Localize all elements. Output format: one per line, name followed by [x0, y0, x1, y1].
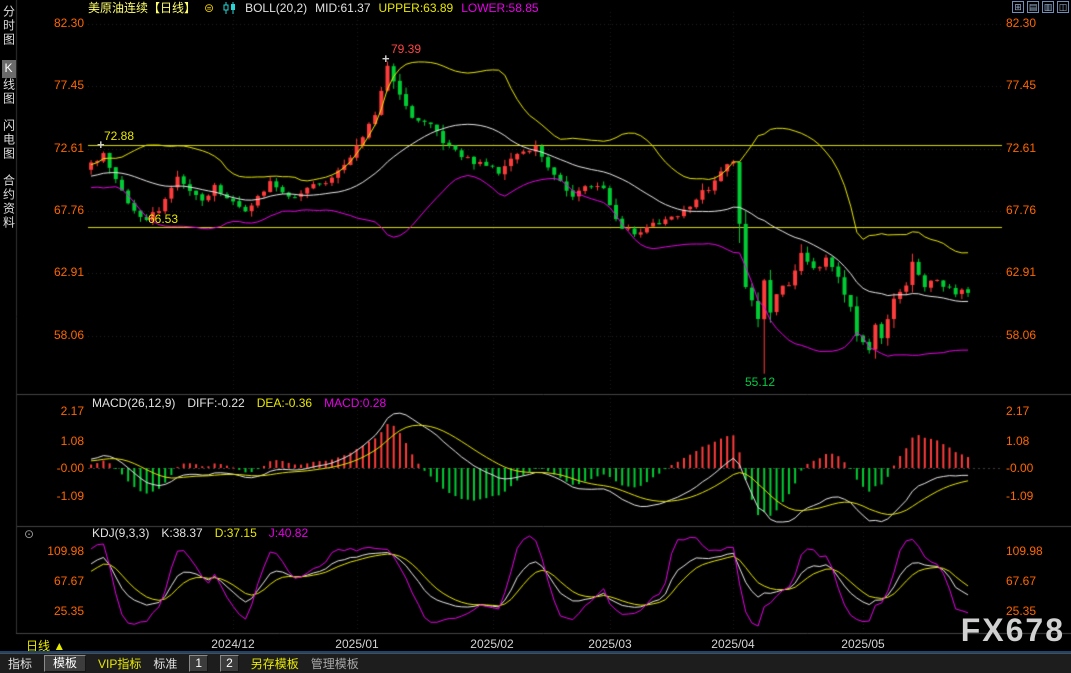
kline-active-letter: K — [2, 60, 16, 78]
macd-axis-label: -1.09 — [1006, 489, 1033, 503]
kdj-axis-label: 109.98 — [18, 544, 84, 558]
toolbar-indicator-button[interactable]: 指标 — [8, 655, 32, 672]
toolbar-standard-button[interactable]: 标准 — [153, 655, 177, 672]
period-tag[interactable]: 【日线】 — [148, 0, 196, 16]
macd-header: MACD(26,12,9) DIFF:-0.22 DEA:-0.36 MACD:… — [92, 396, 386, 410]
price-axis-label: 77.45 — [1006, 78, 1036, 92]
chart-type-sidebar: 分时图 K线图 闪电图 合约资料 — [1, 5, 17, 230]
toolbar-manage-template-button[interactable]: 管理模板 — [311, 655, 359, 672]
layout-controls: ⊞ ▤ ▥ ◫ — [1012, 1, 1069, 13]
columns-layout-icon[interactable]: ▥ — [1042, 1, 1054, 13]
kdj-k-value: K:38.37 — [161, 526, 202, 540]
toolbar-vip-indicator-button[interactable]: VIP指标 — [98, 655, 141, 672]
price-chart-canvas[interactable] — [0, 0, 1071, 673]
sidebar-item-tick-chart[interactable]: 闪电图 — [1, 119, 18, 161]
price-axis-label: 82.30 — [1006, 16, 1036, 30]
macd-dea-value: DEA:-0.36 — [257, 396, 312, 410]
boll-mid-value: MID:61.37 — [315, 1, 370, 15]
price-axis-label: 77.45 — [18, 78, 84, 92]
measure-cross-icon[interactable]: + — [382, 51, 390, 66]
price-axis-label: 62.91 — [1006, 265, 1036, 279]
toolbar-template-button[interactable]: 模板 — [44, 655, 86, 672]
low-price-label: 55.12 — [745, 375, 775, 389]
date-tick-label: 2025/02 — [470, 637, 513, 651]
measure-cross-icon[interactable]: + — [97, 137, 105, 152]
candlestick-icon[interactable] — [222, 2, 237, 14]
date-tick-label: 2024/12 — [211, 637, 254, 651]
date-tick-label: 2025/03 — [588, 637, 631, 651]
sidebar-item-kline-chart[interactable]: K线图 — [1, 60, 18, 106]
price-axis-label: 72.61 — [1006, 141, 1036, 155]
peak-price-label: 79.39 — [391, 42, 421, 56]
macd-axis-label: -0.00 — [1006, 461, 1033, 475]
fx678-watermark: FX678 — [961, 612, 1065, 649]
macd-diff-value: DIFF:-0.22 — [187, 396, 244, 410]
kdj-header: KDJ(9,3,3) K:38.37 D:37.15 J:40.82 — [92, 526, 308, 540]
macd-axis-label: -1.09 — [18, 489, 84, 503]
boll-upper-value: UPPER:63.89 — [379, 1, 454, 15]
grid-layout-icon[interactable]: ⊞ — [1012, 1, 1024, 13]
indicator-toggle-icon[interactable]: ⊙ — [24, 527, 34, 541]
date-tick-label: 2025/01 — [335, 637, 378, 651]
kdj-axis-label: 25.35 — [18, 604, 84, 618]
price-axis-label: 58.06 — [18, 328, 84, 342]
macd-axis-label: 1.08 — [18, 434, 84, 448]
kdj-axis-label: 109.98 — [1006, 544, 1043, 558]
macd-title[interactable]: MACD(26,12,9) — [92, 396, 175, 410]
sidebar-item-contract-info[interactable]: 合约资料 — [1, 174, 18, 230]
toolbar-slot-1-button[interactable]: 1 — [189, 655, 208, 672]
kdj-title[interactable]: KDJ(9,3,3) — [92, 526, 149, 540]
macd-axis-label: 2.17 — [18, 404, 84, 418]
price-axis-label: 67.76 — [18, 203, 84, 217]
boll-lower-value: LOWER:58.85 — [461, 1, 538, 15]
price-axis-label: 58.06 — [1006, 328, 1036, 342]
split-layout-icon[interactable]: ◫ — [1057, 1, 1069, 13]
price-axis-label: 82.30 — [18, 16, 84, 30]
menu-circle-icon[interactable]: ⊜ — [204, 1, 214, 15]
kline-label-rest: 线图 — [2, 78, 16, 106]
hline-label-1: 72.88 — [104, 129, 134, 143]
price-axis-label: 67.76 — [1006, 203, 1036, 217]
toolbar-slot-2-button[interactable]: 2 — [220, 655, 239, 672]
chart-header: 美原油连续 【日线】 ⊜ BOLL(20,2) MID:61.37 UPPER:… — [88, 0, 539, 15]
date-tick-label: 2025/05 — [841, 637, 884, 651]
macd-axis-label: -0.00 — [18, 461, 84, 475]
kdj-axis-label: 67.67 — [18, 574, 84, 588]
kdj-axis-label: 67.67 — [1006, 574, 1036, 588]
price-axis-label: 62.91 — [18, 265, 84, 279]
sidebar-item-time-chart[interactable]: 分时图 — [1, 5, 18, 47]
kdj-d-value: D:37.15 — [215, 526, 257, 540]
symbol-name: 美原油连续 — [88, 0, 148, 16]
hline-label-2: 66.53 — [148, 212, 178, 226]
time-axis-row: 日线 ▲ 2024/12 2025/01 2025/02 2025/03 202… — [0, 635, 1071, 651]
kdj-j-value: J:40.82 — [269, 526, 308, 540]
price-axis-label: 72.61 — [18, 141, 84, 155]
rows-layout-icon[interactable]: ▤ — [1027, 1, 1039, 13]
bottom-toolbar: 指标 模板 VIP指标 标准 1 2 另存模板 管理模板 — [0, 653, 1071, 673]
date-tick-label: 2025/04 — [711, 637, 754, 651]
boll-indicator-label[interactable]: BOLL(20,2) — [245, 1, 307, 15]
macd-bar-value: MACD:0.28 — [324, 396, 386, 410]
macd-axis-label: 1.08 — [1006, 434, 1029, 448]
toolbar-save-template-button[interactable]: 另存模板 — [251, 655, 299, 672]
macd-axis-label: 2.17 — [1006, 404, 1029, 418]
